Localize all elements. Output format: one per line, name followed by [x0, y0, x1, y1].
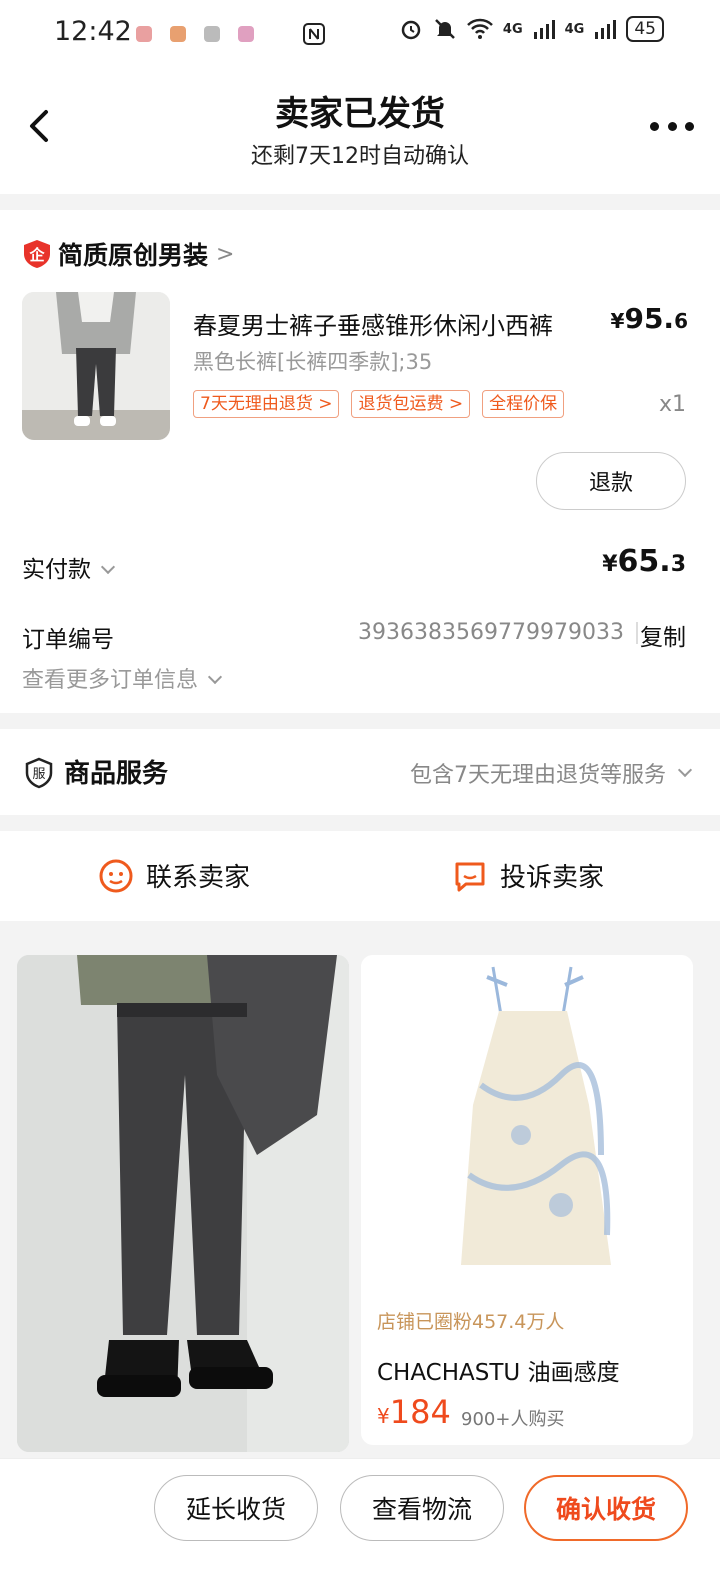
notification-icon — [238, 26, 254, 42]
product-quantity: x1 — [658, 392, 686, 417]
view-logistics-button[interactable]: 查看物流 — [340, 1475, 504, 1541]
status-icons: 4G 4G 45 — [399, 16, 664, 42]
chevron-down-icon — [100, 559, 116, 575]
shop-name: 简质原创男装 — [58, 241, 209, 270]
confirm-receipt-button[interactable]: 确认收货 — [524, 1475, 688, 1541]
order-number-value: 3936383569779979033 — [358, 620, 624, 645]
bottom-action-bar: 延长收货 查看物流 确认收货 — [0, 1458, 720, 1593]
refund-button[interactable]: 退款 — [536, 452, 686, 510]
chevron-down-icon — [677, 762, 693, 778]
shop-followers: 店铺已圈粉457.4万人 — [377, 1311, 565, 1333]
battery-icon: 45 — [626, 16, 664, 42]
status-bar: 12:42 4G 4G 45 — [0, 0, 720, 68]
page-header: 卖家已发货 还剩7天12时自动确认 — [0, 68, 720, 194]
chevron-down-icon — [207, 669, 223, 685]
nfc-icon — [303, 23, 325, 45]
alarm-icon — [401, 20, 421, 40]
paid-amount: ¥65.3 — [602, 544, 686, 579]
svg-text:服: 服 — [32, 767, 45, 782]
product-sku: 黑色长裤[长裤四季款];35 — [193, 350, 433, 374]
paid-label: 实付款 — [22, 557, 91, 583]
product-price: ¥95.6 — [610, 302, 688, 335]
signal-icon — [595, 20, 617, 39]
copy-order-number-button[interactable]: 复制 — [640, 618, 686, 652]
complaint-icon — [455, 862, 485, 891]
notification-icon — [170, 26, 186, 42]
network-4g-label: 4G — [564, 21, 585, 37]
notification-icon — [136, 26, 152, 42]
mute-icon — [435, 19, 455, 39]
extend-receipt-button[interactable]: 延长收货 — [154, 1475, 318, 1541]
services-label: 商品服务 — [64, 759, 169, 789]
order-number-label: 订单编号 — [22, 627, 114, 653]
network-4g-label: 4G — [502, 21, 523, 37]
notification-icon — [204, 26, 220, 42]
page-title: 卖家已发货 — [275, 94, 445, 134]
more-info-label: 查看更多订单信息 — [22, 668, 199, 693]
product-image — [361, 955, 693, 1295]
service-tags: 7天无理由退货 > 退货包运费 > 全程价保 — [193, 390, 565, 418]
chevron-right-icon: > — [216, 241, 235, 267]
contact-seller-label: 联系卖家 — [146, 863, 251, 893]
divider — [636, 622, 638, 644]
product-title[interactable]: 春夏男士裤子垂感锥形休闲小西裤 — [193, 306, 553, 341]
complain-seller-button[interactable]: 投诉卖家 — [452, 857, 604, 894]
wifi-icon — [467, 18, 493, 39]
signal-icon — [533, 20, 555, 39]
product-thumbnail[interactable] — [22, 292, 170, 440]
recommendation-title: CHACHASTU 油画感度 — [377, 1360, 620, 1386]
recommendation-card[interactable]: 店铺已圈粉457.4万人 CHACHASTU 油画感度 ¥184 900+人购买 — [361, 955, 693, 1445]
more-options-icon[interactable] — [650, 114, 694, 138]
auto-confirm-countdown: 还剩7天12时自动确认 — [251, 144, 469, 169]
shop-link[interactable]: 企 简质原创男装 > — [22, 236, 234, 272]
complain-seller-label: 投诉卖家 — [500, 863, 605, 893]
tag-return-shipping[interactable]: 退货包运费 > — [351, 390, 471, 418]
recommendation-card[interactable] — [17, 955, 349, 1452]
enterprise-shop-icon: 企 — [24, 240, 50, 268]
service-shield-icon: 服 — [25, 757, 53, 789]
chat-icon — [99, 859, 133, 892]
services-description: 包含7天无理由退货等服务 — [410, 757, 693, 789]
recommendation-price: ¥184 — [377, 1393, 451, 1431]
order-card: 企 简质原创男装 > 春夏男士裤子垂感锥形休闲小西裤 ¥95.6 黑色长裤[长裤… — [0, 210, 720, 713]
contact-row: 联系卖家 投诉卖家 — [0, 831, 720, 921]
product-image — [17, 955, 349, 1452]
product-services-row[interactable]: 服 商品服务 包含7天无理由退货等服务 — [0, 729, 720, 815]
more-order-info-toggle[interactable]: 查看更多订单信息 — [22, 662, 223, 694]
svg-text:企: 企 — [28, 246, 45, 264]
contact-seller-button[interactable]: 联系卖家 — [98, 857, 250, 894]
status-time: 12:42 — [54, 16, 132, 47]
paid-amount-toggle[interactable]: 实付款 — [22, 550, 116, 584]
tag-price-protection[interactable]: 全程价保 — [482, 390, 565, 418]
tag-7day-return[interactable]: 7天无理由退货 > — [193, 390, 340, 418]
recommendation-sold-count: 900+人购买 — [461, 1409, 565, 1430]
